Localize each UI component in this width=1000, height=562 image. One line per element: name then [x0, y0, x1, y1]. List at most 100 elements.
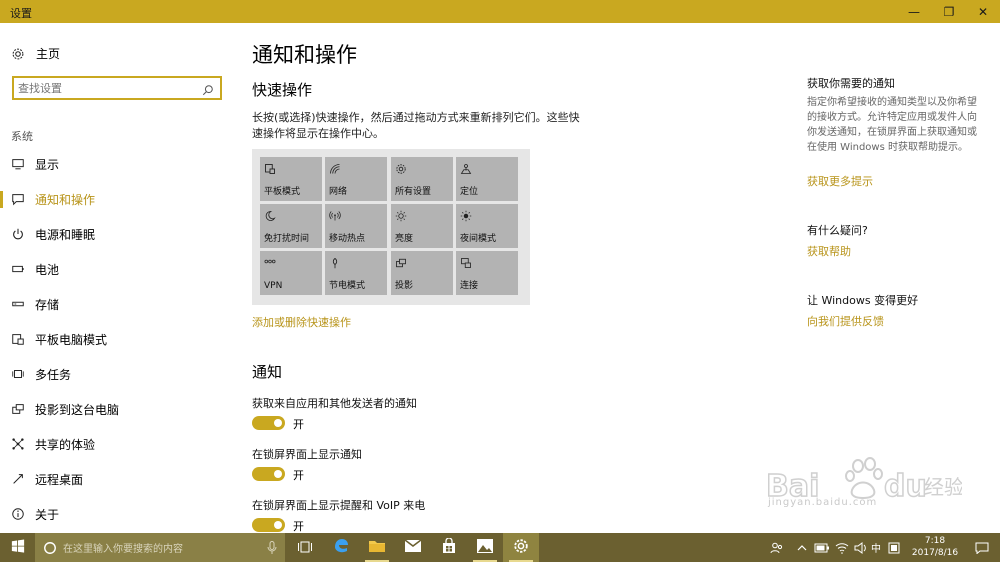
maximize-button[interactable]: ❐ [932, 0, 966, 23]
sidebar-item-project[interactable]: 投影到这台电脑 [0, 394, 240, 424]
sidebar-item-label: 显示 [35, 157, 60, 172]
toggle-knob [274, 419, 282, 427]
wifi-icon[interactable] [833, 533, 851, 562]
taskbar-app-settings[interactable] [503, 533, 539, 562]
project-icon [395, 254, 409, 268]
tile-label: 投影 [395, 281, 414, 291]
toggle-knob [274, 521, 282, 529]
taskbar-app-photos[interactable] [467, 533, 503, 562]
taskbar-app-file-explorer[interactable] [359, 533, 395, 562]
sidebar-item-about[interactable]: 关于 [0, 499, 240, 529]
settings-search-box[interactable] [12, 76, 222, 100]
close-button[interactable]: ✕ [966, 0, 1000, 23]
sidebar-item-storage[interactable]: 存储 [0, 289, 240, 319]
feedback-link[interactable]: 向我们提供反馈 [807, 313, 884, 329]
multitask-icon [10, 366, 26, 382]
quick-action-location[interactable]: 定位 [456, 157, 518, 201]
tile-label: 节电模式 [329, 281, 366, 291]
more-tips-link[interactable]: 获取更多提示 [807, 173, 873, 189]
search-icon[interactable] [202, 81, 216, 96]
sidebar-item-battery[interactable]: 电池 [0, 254, 240, 284]
notification-icon [10, 191, 26, 207]
taskbar-app-mail[interactable] [395, 533, 431, 562]
quick-action-connect[interactable]: 连接 [456, 251, 518, 295]
sidebar-item-label: 共享的体验 [35, 437, 96, 452]
sidebar-item-power[interactable]: 电源和睡眠 [0, 219, 240, 249]
brightness-icon [395, 207, 409, 222]
volume-icon[interactable] [853, 533, 869, 562]
taskbar-app-edge[interactable] [323, 533, 359, 562]
minimize-icon: — [908, 4, 920, 19]
home-label: 主页 [36, 47, 61, 61]
action-center-icon[interactable] [970, 533, 994, 562]
store-icon [441, 536, 457, 558]
quick-action-network[interactable]: 网络 [325, 157, 387, 201]
sidebar-item-label: 关于 [35, 507, 60, 522]
gear-icon [10, 46, 26, 62]
quick-action-project[interactable]: 投影 [391, 251, 453, 295]
sidebar-item-multitasking[interactable]: 多任务 [0, 359, 240, 389]
toggle-state-text: 开 [293, 469, 304, 482]
quick-action-tablet-mode[interactable]: 平板模式 [260, 157, 322, 201]
battery-tray-icon[interactable] [813, 533, 831, 562]
tile-label: 网络 [329, 187, 348, 197]
minimize-button[interactable]: — [897, 0, 931, 23]
tile-label: 所有设置 [395, 187, 432, 197]
main-content: 通知和操作 快速操作 长按(或选择)快速操作，然后通过拖动方式来重新排列它们。这… [252, 23, 772, 533]
get-help-link[interactable]: 获取帮助 [807, 243, 851, 259]
start-button[interactable] [0, 533, 35, 562]
ime-indicator[interactable]: 中 [868, 533, 884, 562]
sidebar-item-remote-desktop[interactable]: 远程桌面 [0, 464, 240, 494]
maximize-icon: ❐ [943, 4, 955, 19]
sidebar-item-tablet-mode[interactable]: 平板电脑模式 [0, 324, 240, 354]
question-heading: 有什么疑问? [807, 224, 868, 237]
tile-label: 平板模式 [264, 187, 301, 197]
quick-actions-heading: 快速操作 [252, 81, 313, 99]
related-panel: 获取你需要的通知 指定你希望接收的通知类型以及你希望的接收方式。允许特定应用或发… [807, 23, 992, 533]
quick-action-mobile-hotspot[interactable]: 移动热点 [325, 204, 387, 248]
quick-action-brightness[interactable]: 亮度 [391, 204, 453, 248]
sidebar-item-notifications[interactable]: 通知和操作 [0, 184, 240, 214]
quick-action-quiet-hours[interactable]: 免打扰时间 [260, 204, 322, 248]
edit-quick-actions-link[interactable]: 添加或删除快速操作 [252, 314, 351, 330]
home-link[interactable]: 主页 [10, 45, 60, 62]
tablet-icon [10, 331, 26, 347]
sidebar-item-display[interactable]: 显示 [0, 149, 240, 179]
quick-action-battery-saver[interactable]: 节电模式 [325, 251, 387, 295]
people-icon[interactable] [768, 533, 786, 562]
setting-label-lock-screen-notifications: 在锁屏界面上显示通知 [252, 448, 362, 461]
quick-action-night-light[interactable]: 夜间模式 [456, 204, 518, 248]
sidebar-item-label: 电源和睡眠 [35, 227, 96, 242]
project-icon [10, 401, 26, 417]
sidebar-item-label: 多任务 [35, 367, 72, 382]
search-input[interactable] [18, 80, 198, 96]
microphone-icon[interactable] [267, 541, 277, 555]
toggle-lock-screen-notifications[interactable] [252, 467, 285, 481]
task-view-button[interactable] [287, 533, 323, 562]
toggle-lock-screen-reminders[interactable] [252, 518, 285, 532]
battery-saver-icon [329, 254, 343, 269]
sidebar-item-shared-experiences[interactable]: 共享的体验 [0, 429, 240, 459]
display-icon [10, 156, 26, 172]
tray-overflow-chevron-icon[interactable] [794, 533, 810, 562]
battery-icon [10, 261, 26, 277]
sidebar-item-label: 平板电脑模式 [35, 332, 108, 347]
tips-heading: 获取你需要的通知 [807, 77, 895, 90]
improve-heading: 让 Windows 变得更好 [807, 294, 919, 307]
power-icon [10, 226, 26, 242]
vpn-icon [264, 254, 278, 268]
connect-icon [460, 254, 474, 268]
info-icon [10, 506, 26, 522]
quick-actions-panel: 平板模式 网络 所有设置 定位 免打扰时间 移动热点 亮度 夜间模式 VPN 节… [252, 149, 530, 305]
taskbar-clock[interactable]: 7:18 2017/8/16 [905, 535, 965, 559]
quick-action-all-settings[interactable]: 所有设置 [391, 157, 453, 201]
taskbar-app-store[interactable] [431, 533, 467, 562]
night-light-icon [460, 207, 474, 222]
toggle-app-notifications[interactable] [252, 416, 285, 430]
photos-icon [476, 538, 494, 558]
quick-action-vpn[interactable]: VPN [260, 251, 322, 295]
input-mode-icon[interactable] [886, 533, 902, 562]
tile-label: 定位 [460, 187, 479, 197]
taskbar-search-box[interactable]: 在这里输入你要搜索的内容 [35, 533, 285, 562]
storage-icon [10, 296, 26, 312]
